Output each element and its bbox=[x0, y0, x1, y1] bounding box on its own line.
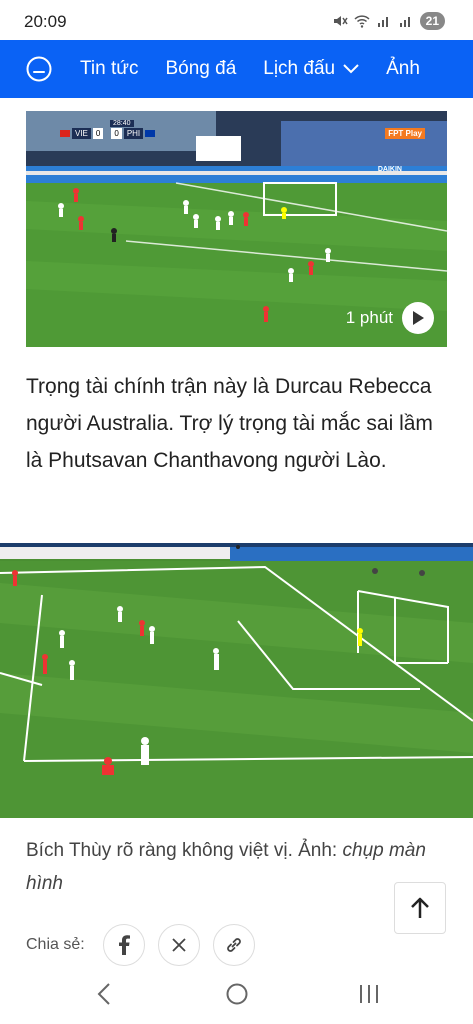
link-icon bbox=[226, 938, 241, 952]
photo-frame bbox=[0, 543, 473, 818]
nav-lich-dau-label: Lịch đấu bbox=[263, 58, 336, 79]
home-team: VIE bbox=[72, 128, 91, 139]
home-circle-icon[interactable] bbox=[225, 982, 249, 1006]
status-time: 20:09 bbox=[24, 12, 67, 31]
photo-caption: Bích Thùy rõ ràng không việt vị. Ảnh: ch… bbox=[26, 834, 456, 900]
share-x-button[interactable] bbox=[157, 924, 200, 966]
system-navigation-bar bbox=[0, 966, 473, 1024]
home-icon[interactable] bbox=[26, 56, 52, 82]
play-icon bbox=[413, 311, 424, 325]
nav-lich-dau[interactable]: Lịch đấu bbox=[263, 58, 359, 80]
status-icons: 21 bbox=[332, 12, 445, 30]
chevron-down-icon bbox=[343, 64, 359, 74]
scoreboard-time: 28:40 bbox=[110, 120, 134, 127]
play-button[interactable] bbox=[402, 302, 434, 334]
match-video[interactable]: 28:40 VIE 0 0 PHI FPT Play DAIKIN 1 phút bbox=[26, 111, 447, 347]
sponsor-board: DAIKIN bbox=[377, 166, 402, 173]
share-link-button[interactable] bbox=[212, 924, 255, 966]
match-photo[interactable] bbox=[0, 543, 473, 818]
nav-anh[interactable]: Ảnh bbox=[386, 58, 420, 80]
share-facebook-button[interactable] bbox=[102, 924, 145, 966]
scroll-to-top-button[interactable] bbox=[394, 882, 446, 934]
signal-icon-2 bbox=[399, 17, 410, 27]
nav-bong-da[interactable]: Bóng đá bbox=[165, 58, 236, 80]
facebook-icon bbox=[118, 935, 130, 955]
video-duration: 1 phút bbox=[345, 308, 393, 327]
scoreboard: 28:40 VIE 0 0 PHI bbox=[60, 120, 156, 139]
away-flag bbox=[145, 130, 156, 137]
wifi-icon bbox=[354, 15, 370, 28]
mute-icon bbox=[333, 16, 348, 26]
share-label: Chia sẻ: bbox=[26, 936, 85, 953]
away-team: PHI bbox=[123, 128, 144, 139]
home-score: 0 bbox=[92, 128, 104, 139]
x-icon bbox=[172, 938, 186, 952]
article-paragraph: Trọng tài chính trận này là Durcau Rebec… bbox=[26, 375, 433, 472]
home-flag bbox=[60, 130, 70, 137]
share-bar: Chia sẻ: bbox=[26, 924, 268, 966]
arrow-up-icon bbox=[411, 897, 429, 918]
caption-text: Bích Thùy rõ ràng không việt vị. Ảnh: bbox=[26, 840, 343, 861]
main-navbar: Tin tức Bóng đá Lịch đấu Ảnh bbox=[0, 40, 473, 98]
status-bar: 20:09 21 bbox=[0, 0, 473, 40]
back-icon[interactable] bbox=[96, 982, 112, 1006]
recent-apps-icon[interactable] bbox=[358, 982, 380, 1006]
away-score: 0 bbox=[111, 128, 122, 139]
broadcaster-logo: FPT Play bbox=[385, 128, 425, 139]
nav-tin-tuc[interactable]: Tin tức bbox=[80, 58, 138, 80]
battery-icon: 21 bbox=[419, 12, 445, 30]
signal-icon bbox=[377, 17, 388, 27]
